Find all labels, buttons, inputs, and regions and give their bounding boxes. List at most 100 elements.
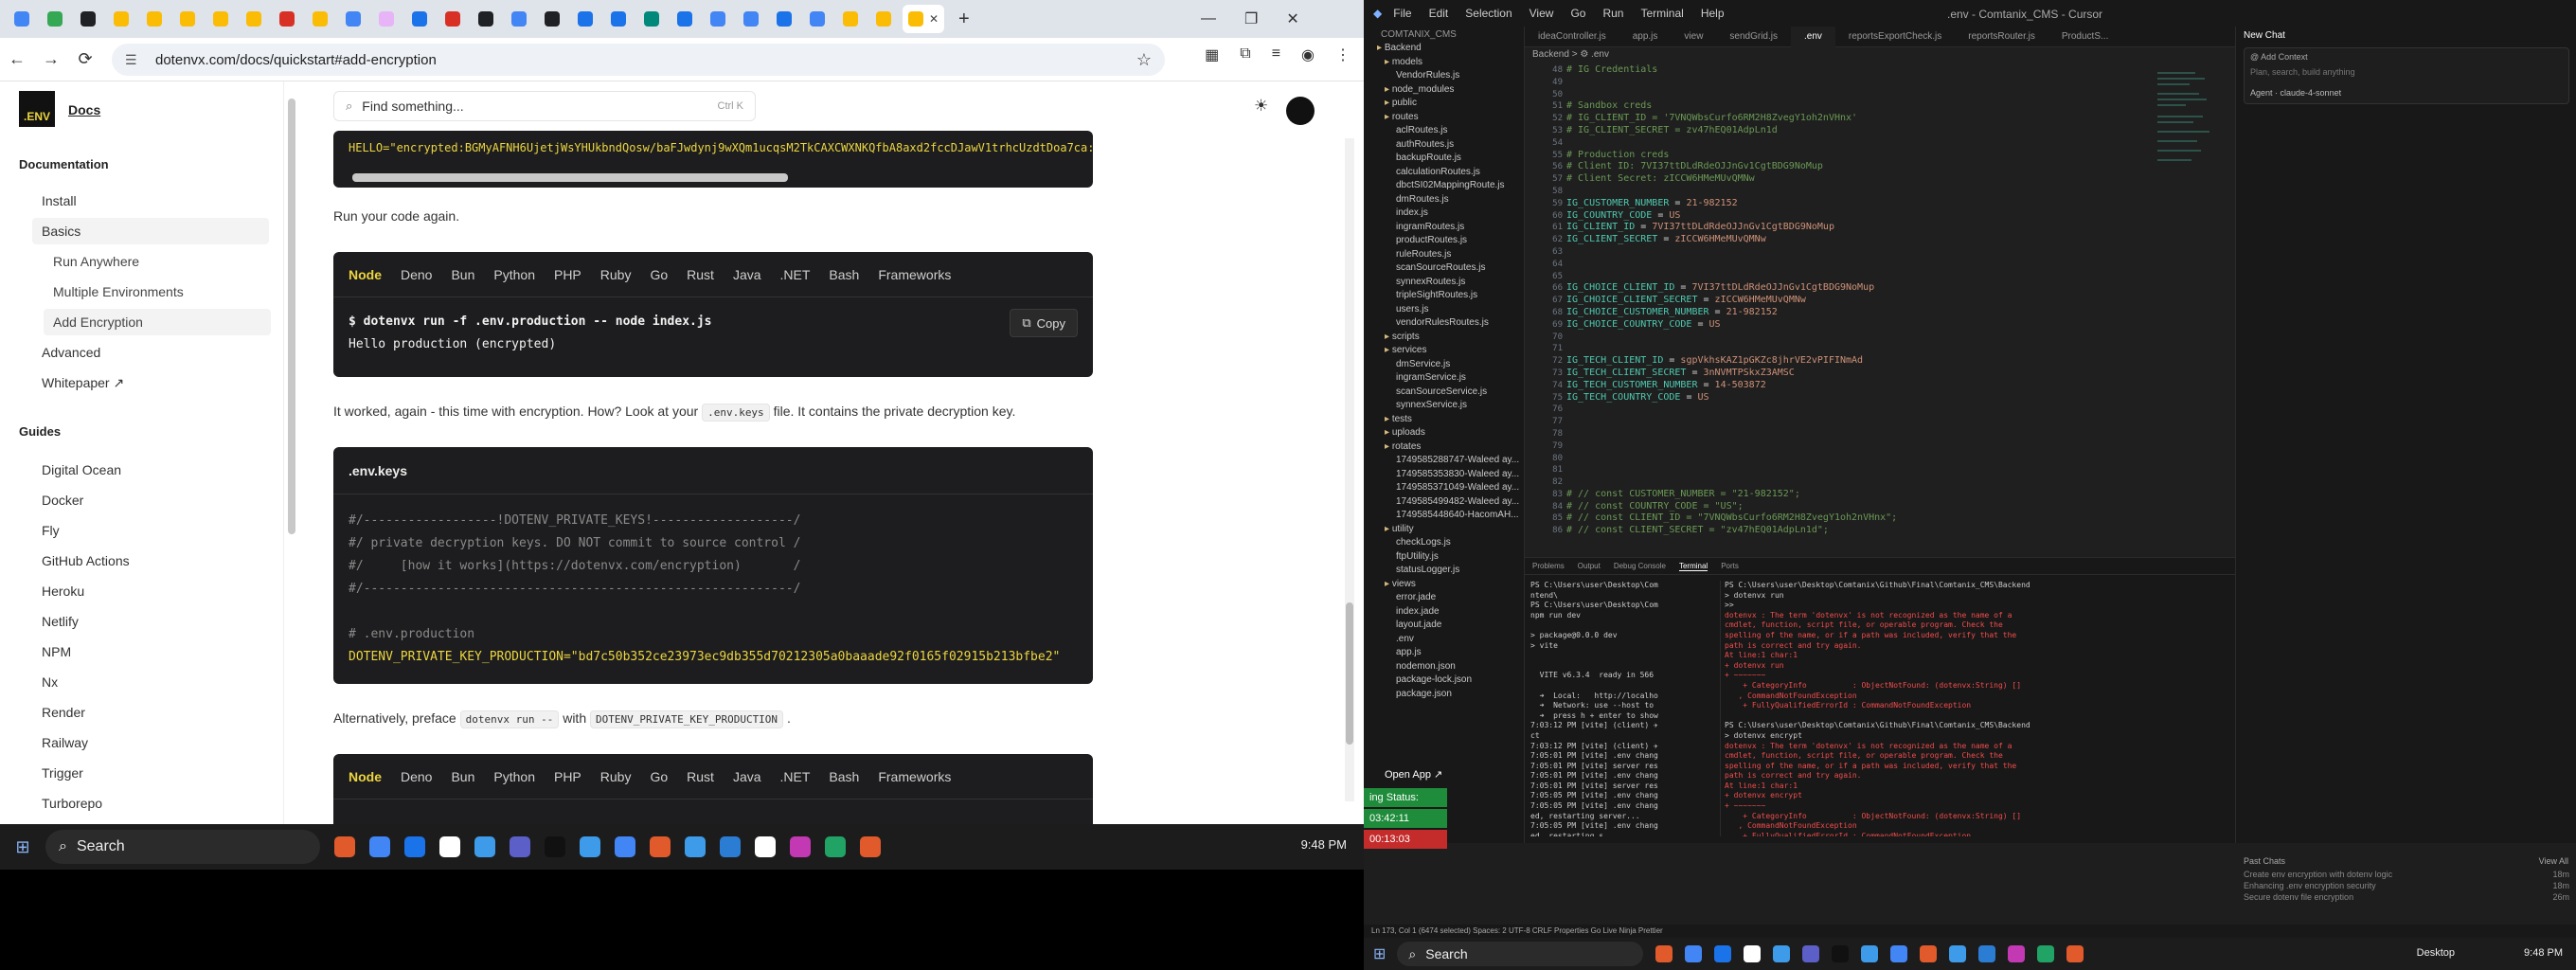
- language-tab[interactable]: Go: [650, 769, 668, 784]
- env-file-content[interactable]: # IG Credentials # Sandbox creds # IG_CLI…: [1566, 64, 2135, 557]
- taskbar-app-icon[interactable]: [1773, 945, 1791, 962]
- explorer-item[interactable]: ▸ views: [1385, 578, 1416, 591]
- bookmark-star-icon[interactable]: ☆: [1136, 50, 1152, 70]
- browser-tab[interactable]: [306, 5, 334, 33]
- explorer-item[interactable]: 1749585448640-HacomAH...: [1396, 509, 1519, 522]
- taskbar-search-2[interactable]: ⌕ Search: [1397, 942, 1644, 966]
- terminal-tab[interactable]: Ports: [1721, 562, 1739, 570]
- explorer-item[interactable]: authRoutes.js: [1396, 138, 1454, 152]
- browser-tab[interactable]: [671, 5, 699, 33]
- sidebar-guide-item[interactable]: NPM: [42, 644, 71, 659]
- explorer-item[interactable]: ▸ scripts: [1385, 331, 1420, 344]
- language-tab[interactable]: .NET: [780, 769, 811, 784]
- sidebar-item-install[interactable]: Install: [42, 193, 77, 208]
- search-input[interactable]: ⌕ Find something... Ctrl K: [333, 91, 756, 121]
- media-icon[interactable]: ≡: [1272, 45, 1280, 64]
- taskbar-app-icon[interactable]: [580, 836, 600, 857]
- taskbar-app-icon[interactable]: [545, 836, 565, 857]
- explorer-item[interactable]: synnexRoutes.js: [1396, 276, 1465, 289]
- taskbar-app-icon[interactable]: [1655, 945, 1673, 962]
- explorer-item[interactable]: ▸ routes: [1385, 111, 1419, 124]
- sidebar-guide-item[interactable]: Netlify: [42, 614, 79, 629]
- browser-tab[interactable]: [770, 5, 798, 33]
- menu-item[interactable]: Selection: [1465, 7, 1512, 20]
- browser-tab[interactable]: [173, 5, 202, 33]
- explorer-item[interactable]: index.js: [1396, 207, 1428, 220]
- browser-tab[interactable]: [240, 5, 268, 33]
- language-tab[interactable]: Python: [493, 267, 535, 282]
- open-app-button[interactable]: Open App ↗: [1379, 765, 1462, 784]
- language-tab[interactable]: PHP: [554, 769, 581, 784]
- taskbar-app-icon[interactable]: [2008, 945, 2026, 962]
- explorer-item[interactable]: tripleSightRoutes.js: [1396, 289, 1477, 302]
- browser-tab[interactable]: [704, 5, 732, 33]
- explorer-item[interactable]: .env: [1396, 633, 1414, 646]
- taskbar-app-icon[interactable]: [615, 836, 635, 857]
- page-scroll-thumb[interactable]: [1346, 602, 1353, 745]
- close-icon[interactable]: ✕: [1286, 9, 1298, 28]
- explorer-item[interactable]: nodemon.json: [1396, 660, 1456, 674]
- theme-toggle-icon[interactable]: ☀: [1254, 97, 1268, 116]
- explorer-item[interactable]: ▸ public: [1385, 97, 1417, 110]
- language-tab[interactable]: Deno: [401, 267, 432, 282]
- github-icon[interactable]: [1286, 97, 1315, 125]
- explorer-item[interactable]: package-lock.json: [1396, 674, 1472, 687]
- explorer-item[interactable]: aclRoutes.js: [1396, 124, 1447, 137]
- minimize-icon[interactable]: —: [1201, 10, 1216, 27]
- taskbar-app-icon[interactable]: [1978, 945, 1996, 962]
- sidebar-guide-item[interactable]: Digital Ocean: [42, 462, 121, 477]
- explorer-item[interactable]: ▸ models: [1385, 56, 1422, 69]
- sidebar-item-basics[interactable]: Basics: [32, 218, 269, 244]
- explorer-item[interactable]: ▸ services: [1385, 344, 1427, 357]
- menu-item[interactable]: Edit: [1429, 7, 1449, 20]
- sidebar-item-run-anywhere[interactable]: Run Anywhere: [53, 254, 139, 269]
- explorer-item[interactable]: calculationRoutes.js: [1396, 166, 1480, 179]
- editor-tab[interactable]: reportsExportCheck.js: [1835, 31, 1955, 42]
- page-scrollbar[interactable]: [1345, 138, 1354, 801]
- explorer-item[interactable]: ▸ uploads: [1385, 426, 1425, 440]
- taskbar-app-icon[interactable]: [1832, 945, 1850, 962]
- taskbar-app-icon[interactable]: [685, 836, 706, 857]
- taskbar-app-icon[interactable]: [1744, 945, 1762, 962]
- editor-tab[interactable]: ideaController.js: [1525, 31, 1619, 42]
- explorer-item[interactable]: VendorRules.js: [1396, 69, 1459, 82]
- language-tab[interactable]: Java: [733, 769, 761, 784]
- browser-tab[interactable]: [74, 5, 102, 33]
- terminal-tab[interactable]: Terminal: [1678, 562, 1708, 571]
- tab-close-icon[interactable]: ✕: [929, 12, 939, 26]
- terminal-tab[interactable]: Output: [1578, 562, 1601, 570]
- explorer-item[interactable]: statusLogger.js: [1396, 564, 1459, 577]
- menu-item[interactable]: Go: [1570, 7, 1585, 20]
- explorer-item[interactable]: ▸ node_modules: [1385, 83, 1454, 97]
- explorer-item[interactable]: package.json: [1396, 688, 1452, 701]
- taskbar-app-icon[interactable]: [1714, 945, 1732, 962]
- editor-tab[interactable]: ProductS...: [2048, 31, 2121, 42]
- language-tab[interactable]: Bash: [829, 769, 859, 784]
- sidebar-guide-item[interactable]: Render: [42, 705, 85, 720]
- browser-tab[interactable]: [538, 5, 566, 33]
- language-tab[interactable]: PHP: [554, 267, 581, 282]
- taskbar-app-icon[interactable]: [369, 836, 390, 857]
- terminal-vite[interactable]: PS C:\Users\user\Desktop\Com ntend\ PS C:\…: [1530, 581, 1720, 836]
- language-tab[interactable]: Rust: [687, 769, 714, 784]
- taskbar-app-icon[interactable]: [334, 836, 355, 857]
- code-horizontal-scrollbar[interactable]: [352, 173, 788, 182]
- taskbar-app-icon[interactable]: [510, 836, 530, 857]
- extension-icon[interactable]: ▦: [1205, 45, 1219, 64]
- taskbar-app-icon[interactable]: [1861, 945, 1879, 962]
- browser-tab[interactable]: [8, 5, 36, 33]
- taskbar-app-icon[interactable]: [1890, 945, 1908, 962]
- agent-selector[interactable]: Agent · claude-4-sonnet: [2250, 88, 2341, 98]
- editor-tab[interactable]: sendGrid.js: [1716, 31, 1791, 42]
- editor-tab[interactable]: reportsRouter.js: [1955, 31, 2048, 42]
- menu-item[interactable]: File: [1393, 7, 1411, 20]
- explorer-item[interactable]: synnexService.js: [1396, 399, 1467, 412]
- browser-tab[interactable]: [339, 5, 367, 33]
- language-tab[interactable]: Ruby: [600, 769, 632, 784]
- chat-input-box[interactable]: @ Add Context Plan, search, build anythi…: [2244, 47, 2569, 104]
- profile-icon[interactable]: ◉: [1301, 45, 1315, 64]
- sidebar-guide-item[interactable]: GitHub Actions: [42, 553, 130, 568]
- sidebar-guide-item[interactable]: Turborepo: [42, 796, 102, 811]
- puzzle-icon[interactable]: ⧉: [1240, 45, 1250, 64]
- sidebar-item-add-encryption[interactable]: Add Encryption: [44, 309, 271, 335]
